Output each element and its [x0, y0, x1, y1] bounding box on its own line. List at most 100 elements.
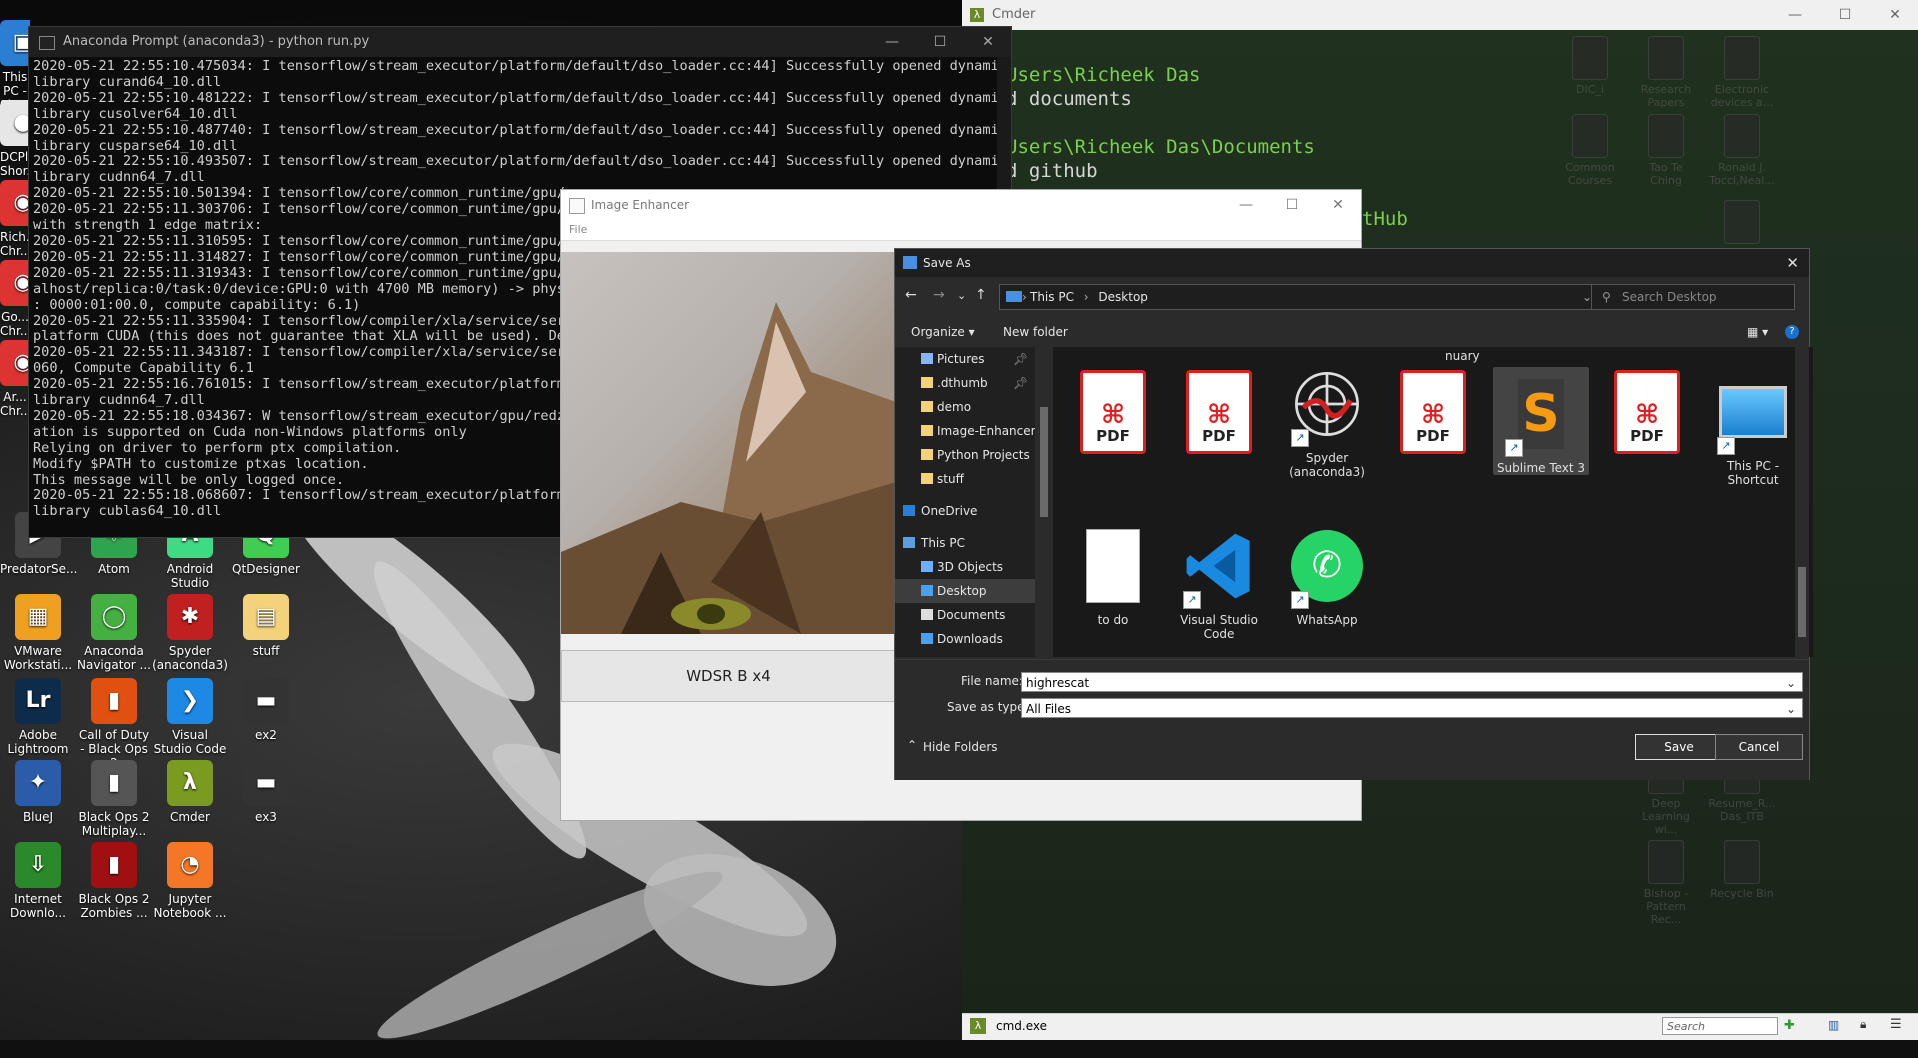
- new-folder-button[interactable]: New folder: [1003, 317, 1068, 347]
- breadcrumb-this-pc[interactable]: This PC: [1030, 290, 1074, 304]
- nav-item[interactable]: 3D Objects: [895, 555, 1035, 579]
- desktop-icon[interactable]: ✦ BlueJ: [0, 760, 76, 824]
- close-icon[interactable]: ✕: [1315, 190, 1361, 220]
- file-item[interactable]: to do: [1065, 523, 1161, 627]
- desktop-icon[interactable]: ▬ ex3: [228, 760, 304, 824]
- nav-item[interactable]: demo: [895, 395, 1035, 419]
- file-item[interactable]: ⌘ PDF: [1385, 369, 1481, 459]
- desktop-icon[interactable]: ◉ Rich... Chr...: [0, 180, 30, 258]
- close-icon[interactable]: ✕: [1872, 0, 1918, 30]
- desktop-icon[interactable]: ▬ ex2: [228, 678, 304, 742]
- file-name-input[interactable]: highrescat ⌄: [1021, 672, 1803, 692]
- add-tab-icon[interactable]: ✚: [1784, 1018, 1795, 1033]
- forward-arrow-icon[interactable]: →: [933, 287, 945, 303]
- nav-item[interactable]: This PC: [895, 531, 1035, 555]
- menu-icon[interactable]: ☰: [1890, 1017, 1902, 1032]
- maximize-icon[interactable]: ☐: [1822, 0, 1868, 30]
- app-icon: ▮: [91, 760, 137, 806]
- desktop-icon[interactable]: ▮ Black Ops 2 Zombies ...: [76, 842, 152, 920]
- minimize-icon[interactable]: —: [869, 27, 915, 57]
- desktop-icon[interactable]: λ Cmder: [152, 760, 228, 824]
- files-scrollbar[interactable]: [1795, 347, 1809, 657]
- nav-item[interactable]: Desktop: [895, 579, 1035, 603]
- ghost-desktop-icon: DIC_i: [1556, 36, 1624, 96]
- nav-item[interactable]: Downloads: [895, 627, 1035, 651]
- save-as-dialog[interactable]: Save As ✕ ← → ⌄ ↑ › This PC › Desktop ⌄ …: [894, 248, 1813, 780]
- desktop-icon[interactable]: ▮ Black Ops 2 Multiplay...: [76, 760, 152, 838]
- file-item[interactable]: S ↗ Sublime Text 3: [1493, 367, 1589, 475]
- layout-icon[interactable]: ▥: [1828, 1018, 1839, 1032]
- file-item[interactable]: ↗ Spyder (anaconda3): [1279, 361, 1375, 479]
- files-scrollbar-thumb[interactable]: [1798, 567, 1806, 637]
- nav-item[interactable]: Python Projects: [895, 443, 1035, 467]
- desktop-icon[interactable]: ◯ Anaconda Navigator ...: [76, 594, 152, 672]
- desktop-icon[interactable]: ▣This PC - Sho...: [0, 20, 30, 112]
- wdsr-model-button[interactable]: WDSR B x4: [561, 650, 896, 702]
- save-button[interactable]: Save: [1635, 734, 1723, 760]
- dialog-titlebar[interactable]: Save As ✕: [895, 249, 1809, 277]
- nav-item[interactable]: stuff: [895, 467, 1035, 491]
- maximize-icon[interactable]: ☐: [1269, 190, 1315, 220]
- nav-scrollbar[interactable]: [1037, 347, 1051, 657]
- desktop-icon-label: PredatorSe...: [0, 562, 78, 576]
- anaconda-titlebar[interactable]: Anaconda Prompt (anaconda3) - python run…: [29, 27, 1011, 57]
- folder-icon: [903, 505, 915, 516]
- search-desktop-input[interactable]: ⚲ Search Desktop: [1591, 284, 1795, 310]
- file-item[interactable]: ⌘ PDF: [1599, 369, 1695, 459]
- help-icon[interactable]: ?: [1785, 325, 1799, 339]
- recent-dropdown-icon[interactable]: ⌄: [957, 289, 966, 302]
- organize-button[interactable]: Organize ▾: [911, 317, 975, 347]
- close-icon[interactable]: ✕: [1786, 249, 1799, 277]
- save-type-label: Save as type:: [947, 700, 1029, 714]
- desktop-icon[interactable]: ▦ VMware Workstati...: [0, 594, 76, 672]
- back-arrow-icon[interactable]: ←: [905, 287, 917, 303]
- nav-item[interactable]: Pictures 📌︎: [895, 347, 1035, 371]
- chevron-down-icon[interactable]: ⌄: [1786, 673, 1796, 693]
- desktop-icon[interactable]: ◉ Ar... Chr...: [0, 340, 30, 418]
- file-item[interactable]: ⌘ PDF: [1065, 369, 1161, 459]
- navigation-pane[interactable]: Pictures 📌︎ .dthumb 📌︎ demo Image-Enhancer Pyt…: [895, 347, 1035, 657]
- desktop-icon[interactable]: ⇩ Internet Downlo...: [0, 842, 76, 920]
- file-item[interactable]: ⌘ PDF: [1171, 369, 1267, 459]
- cmder-search-input[interactable]: Search: [1662, 1017, 1778, 1035]
- nav-item[interactable]: .dthumb 📌︎: [895, 371, 1035, 395]
- nav-scrollbar-thumb[interactable]: [1040, 407, 1048, 517]
- address-bar[interactable]: › This PC › Desktop ⌄ ↻: [999, 284, 1629, 310]
- close-icon[interactable]: ✕: [965, 27, 1011, 57]
- minimize-icon[interactable]: —: [1772, 0, 1818, 30]
- view-options-icon[interactable]: ▦ ▾: [1747, 317, 1768, 347]
- desktop-icon[interactable]: ✱ Spyder (anaconda3): [152, 594, 228, 672]
- lock-icon[interactable]: 🔒︎: [1860, 1017, 1866, 1032]
- desktop-icon[interactable]: ❯ Visual Studio Code: [152, 678, 228, 756]
- save-type-select[interactable]: All Files ⌄: [1021, 698, 1803, 718]
- desktop-icon[interactable]: ▮Call of Duty - Black Ops 2: [76, 678, 152, 770]
- breadcrumb-desktop[interactable]: Desktop: [1098, 290, 1148, 304]
- up-arrow-icon[interactable]: ↑: [975, 287, 987, 303]
- desktop-icon[interactable]: ● DCPlu... Shor...: [0, 100, 30, 178]
- ghost-icon-label: Recycle Bin: [1710, 887, 1774, 900]
- cat-image-preview: [561, 252, 896, 634]
- maximize-icon[interactable]: ☐: [917, 27, 963, 57]
- enhancer-titlebar[interactable]: Image Enhancer — ☐ ✕: [561, 190, 1361, 220]
- desktop-icon[interactable]: ◔ Jupyter Notebook ...: [152, 842, 228, 920]
- minimize-icon[interactable]: —: [1223, 190, 1269, 220]
- terminal-line: d github: [1006, 160, 1098, 182]
- desktop-icon[interactable]: ◉ Go... Chr...: [0, 260, 30, 338]
- document-icon: [1724, 840, 1760, 884]
- cancel-button[interactable]: Cancel: [1715, 734, 1803, 760]
- chevron-up-icon[interactable]: ⌃: [907, 738, 917, 752]
- chevron-down-icon[interactable]: ⌄: [1786, 699, 1796, 719]
- nav-item[interactable]: Image-Enhancer: [895, 419, 1035, 443]
- desktop-icon[interactable]: Lr Adobe Lightroom: [0, 678, 76, 756]
- nav-item[interactable]: OneDrive: [895, 499, 1035, 523]
- cmder-titlebar[interactable]: λ Cmder — ☐ ✕: [962, 0, 1918, 30]
- file-item[interactable]: ↗ This PC - Shortcut: [1705, 369, 1801, 487]
- menu-file[interactable]: File: [569, 223, 587, 236]
- desktop-icon[interactable]: ▤ stuff: [228, 594, 304, 658]
- cmder-tab[interactable]: cmd.exe: [996, 1019, 1047, 1033]
- file-item[interactable]: ✆ ↗ WhatsApp: [1279, 523, 1375, 627]
- file-item[interactable]: ↗ Visual Studio Code: [1171, 523, 1267, 641]
- file-list[interactable]: nuary ⌘ PDF ⌘ PDF ↗ Spyder (anaconda3) ⌘ PDF S ↗ S…: [1053, 347, 1813, 657]
- hide-folders-button[interactable]: Hide Folders: [923, 740, 998, 754]
- nav-item[interactable]: Documents: [895, 603, 1035, 627]
